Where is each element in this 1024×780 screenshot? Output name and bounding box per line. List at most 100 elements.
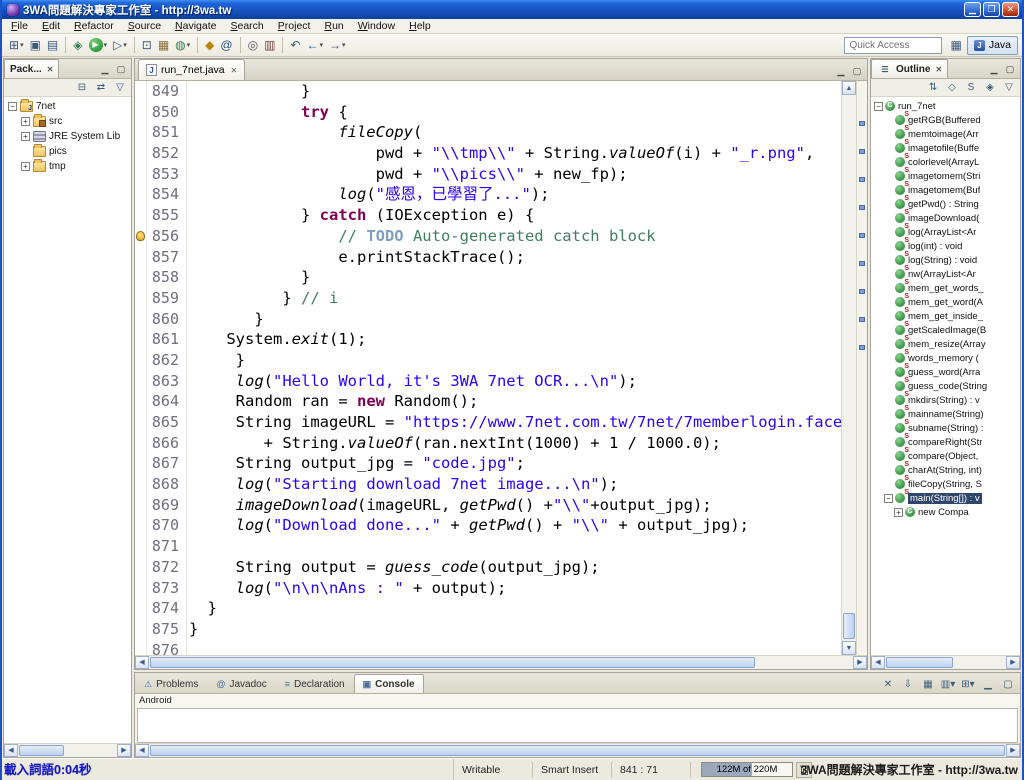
view-menu-button[interactable]: ▽ [1001, 82, 1017, 93]
scroll-right-arrow[interactable]: ▶ [1006, 656, 1020, 669]
tab-javadoc[interactable]: @ Javadoc [207, 674, 275, 693]
console-hscrollbar[interactable]: ◀ ▶ [135, 743, 1020, 757]
open-console-button[interactable]: ⊞▾ [960, 679, 976, 690]
menu-edit[interactable]: Edit [35, 20, 67, 32]
code-line[interactable]: try { [189, 102, 841, 123]
code-line[interactable]: } [189, 309, 841, 330]
sort-button[interactable]: ⇅ [925, 82, 941, 93]
outline-item-mem-get-inside[interactable]: mem_get_inside_ [871, 307, 1020, 323]
tab-problems[interactable]: ⚠ Problems [135, 674, 207, 693]
minimize-editor-button[interactable]: ▁ [834, 64, 848, 77]
code-line[interactable]: pwd + "\\tmp\\" + String.valueOf(i) + "_… [189, 143, 841, 164]
code-line[interactable]: } [189, 81, 841, 102]
scroll-left-arrow[interactable]: ◀ [135, 744, 149, 757]
code-line[interactable]: } [189, 598, 841, 619]
scroll-left-arrow[interactable]: ◀ [4, 744, 18, 757]
code-line[interactable]: Random ran = new Random(); [189, 391, 841, 412]
overview-ruler[interactable] [856, 81, 867, 655]
tab-console[interactable]: ▣ Console [353, 674, 424, 693]
restore-button[interactable]: ❐ [983, 2, 1000, 17]
menu-run[interactable]: Run [317, 20, 350, 32]
code-line[interactable]: System.exit(1); [189, 329, 841, 350]
code-line[interactable]: + String.valueOf(ran.nextInt(1000) + 1 /… [189, 433, 841, 454]
editor-hscrollbar[interactable]: ◀ ▶ [135, 655, 867, 669]
menu-help[interactable]: Help [402, 20, 438, 32]
menu-refactor[interactable]: Refactor [67, 20, 121, 32]
outline-item-getrgb-buffered[interactable]: getRGB(Buffered [871, 111, 1020, 127]
new-java-project-button[interactable]: ⊡ [139, 35, 155, 55]
new-class-button[interactable]: ◍ ▾ [172, 35, 193, 55]
new-wizard-button[interactable]: ⊞ ▾ [6, 35, 27, 55]
save-button[interactable]: ▣ [27, 35, 44, 55]
outline-item-mem-get-words[interactable]: mem_get_words_ [871, 279, 1020, 295]
menu-search[interactable]: Search [223, 20, 270, 32]
close-icon[interactable]: ✕ [933, 65, 942, 74]
dropdown-arrow-icon[interactable]: ▾ [104, 41, 108, 49]
outline-item-imagetomem-stri[interactable]: imagetomem(Stri [871, 167, 1020, 183]
minimize-view-button[interactable]: ▁ [987, 62, 1001, 75]
minimize-view-button[interactable]: ▁ [98, 62, 112, 75]
maximize-view-button[interactable]: ▢ [1003, 62, 1017, 75]
outline-item-memtoimage-arr[interactable]: memtoimage(Arr [871, 125, 1020, 141]
outline-item-imagedownload[interactable]: imageDownload( [871, 209, 1020, 225]
close-icon[interactable]: ✕ [229, 66, 238, 75]
occurrence-marker[interactable] [859, 261, 865, 266]
scroll-right-arrow[interactable]: ▶ [117, 744, 131, 757]
expander-icon[interactable]: + [21, 117, 30, 126]
occurrence-marker[interactable] [859, 205, 865, 210]
hide-static-button[interactable]: S [963, 82, 979, 93]
view-menu-button[interactable]: ▽ [112, 82, 128, 93]
tree-item-7net[interactable]: − 7net [4, 99, 131, 114]
outline-item-subname-string[interactable]: subname(String) : [871, 419, 1020, 435]
code-line[interactable]: log("Hello World, it's 3WA 7net OCR...\n… [189, 371, 841, 392]
outline-item-nw-arraylist-ar[interactable]: nw(ArrayList<Ar [871, 265, 1020, 281]
console-output[interactable] [137, 708, 1018, 743]
code-line[interactable]: } [189, 619, 841, 640]
external-tools-button[interactable]: ▷ ▾ [110, 35, 130, 55]
hscroll-thumb[interactable] [150, 657, 756, 668]
run-button[interactable]: ▶ ▾ [86, 35, 111, 55]
javadoc-button[interactable]: @ [217, 35, 235, 55]
menu-navigate[interactable]: Navigate [168, 20, 223, 32]
package-explorer-tab[interactable]: Pack... ✕ [4, 59, 60, 78]
code-line[interactable]: log("Download done..." + getPwd() + "\\"… [189, 515, 841, 536]
editor-vscrollbar[interactable]: ▲ ▼ [841, 81, 856, 655]
outline-item-mem-resize-array[interactable]: mem_resize(Array [871, 335, 1020, 351]
coverage-button[interactable]: ▥ [261, 35, 278, 55]
scroll-right-arrow[interactable]: ▶ [1006, 744, 1020, 757]
minimize-view-button[interactable]: ▁ [980, 679, 996, 690]
dropdown-arrow-icon[interactable]: ▾ [342, 41, 346, 49]
line-number-ruler[interactable]: 849 850 851 852 853 854 855 856 857 858 859 860 861 8… [147, 81, 187, 659]
dropdown-arrow-icon[interactable]: ▾ [319, 41, 323, 49]
editor-tab-run-7net[interactable]: J run_7net.java ✕ [138, 59, 246, 80]
close-icon[interactable]: ✕ [45, 65, 54, 74]
outline-item-new-compa[interactable]: + new Compa [871, 505, 1020, 519]
menu-file[interactable]: File [4, 20, 35, 32]
occurrence-marker[interactable] [859, 177, 865, 182]
dropdown-arrow-icon[interactable]: ▾ [123, 41, 127, 49]
maximize-editor-button[interactable]: ▢ [850, 64, 864, 77]
search-button[interactable]: ◎ [245, 35, 261, 55]
outline-item-mem-get-word-a[interactable]: mem_get_word(A [871, 293, 1020, 309]
code-line[interactable]: } catch (IOException e) { [189, 205, 841, 226]
hide-non-public-button[interactable]: ◈ [982, 82, 998, 93]
expander-icon[interactable]: + [21, 132, 30, 141]
code-line[interactable] [189, 640, 841, 655]
link-with-editor-button[interactable]: ⇄ [93, 82, 109, 93]
expander-icon[interactable]: + [21, 162, 30, 171]
lightbulb-marker-icon[interactable] [136, 230, 145, 241]
tree-item-tmp[interactable]: + tmp [4, 159, 131, 174]
code-line[interactable]: } // i [189, 288, 841, 309]
outline-item-imagetofile-buffe[interactable]: imagetofile(Buffe [871, 139, 1020, 155]
menu-project[interactable]: Project [271, 20, 318, 32]
code-line[interactable]: pwd + "\\pics\\" + new_fp); [189, 164, 841, 185]
expander-icon[interactable]: − [8, 102, 17, 111]
code-line[interactable]: String imageURL = "https://www.7net.com.… [189, 412, 841, 433]
occurrence-marker[interactable] [859, 289, 865, 294]
scroll-lock-button[interactable]: ⇩ [900, 679, 916, 690]
menu-source[interactable]: Source [121, 20, 168, 32]
outline-item-colorlevel-arrayl[interactable]: colorlevel(ArrayL [871, 153, 1020, 169]
code-line[interactable]: } [189, 350, 841, 371]
hide-fields-button[interactable]: ◇ [944, 82, 960, 93]
clear-console-button[interactable]: ✕ [880, 679, 896, 690]
